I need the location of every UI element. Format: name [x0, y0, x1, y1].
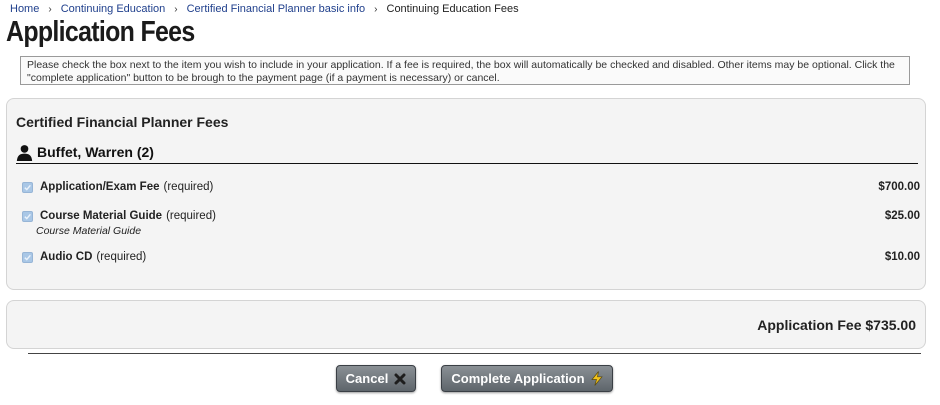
fee-amount: $25.00 — [884, 210, 920, 222]
person-name: Buffet, Warren (2) — [37, 144, 154, 160]
breadcrumb: Home › Continuing Education › Certified … — [10, 3, 519, 15]
fee-name: Course Material Guide — [40, 210, 163, 222]
complete-application-button[interactable]: Complete Application — [441, 365, 613, 392]
breadcrumb-cfp-basic-info[interactable]: Certified Financial Planner basic info — [187, 3, 366, 15]
total-panel: Application Fee $735.00 — [6, 300, 926, 349]
breadcrumb-separator-icon: › — [174, 3, 178, 15]
breadcrumb-current: Continuing Education Fees — [386, 3, 519, 15]
fee-checkbox[interactable] — [22, 181, 33, 193]
lightning-icon — [590, 371, 603, 386]
person-icon — [16, 144, 33, 161]
fee-name: Audio CD — [40, 251, 93, 263]
application-fee-total: Application Fee $735.00 — [757, 317, 916, 333]
fee-subtitle: Course Material Guide — [36, 225, 142, 237]
checkmark-icon — [24, 213, 31, 220]
page-title: Application Fees — [6, 16, 195, 48]
breadcrumb-separator-icon: › — [48, 3, 52, 15]
breadcrumb-continuing-education[interactable]: Continuing Education — [61, 3, 166, 15]
fee-requirement: (required) — [96, 251, 147, 263]
fee-amount: $10.00 — [884, 251, 920, 263]
fees-panel: Certified Financial Planner Fees Buffet,… — [6, 98, 926, 290]
person-row: Buffet, Warren (2) — [16, 141, 918, 164]
fee-amount: $700.00 — [878, 181, 920, 193]
checkmark-icon — [24, 184, 31, 191]
section-title: Certified Financial Planner Fees — [16, 114, 229, 130]
fee-item-application-exam: Application/Exam Fee (required) $700.00 — [22, 179, 920, 195]
fee-checkbox[interactable] — [22, 210, 33, 222]
fee-name: Application/Exam Fee — [40, 181, 160, 193]
breadcrumb-home[interactable]: Home — [10, 3, 39, 15]
instructions-box: Please check the box next to the item yo… — [20, 56, 910, 85]
cancel-button[interactable]: Cancel — [336, 365, 416, 392]
divider — [28, 353, 921, 354]
close-icon — [394, 373, 406, 385]
fee-item-course-material: Course Material Guide (required) $25.00 … — [22, 208, 920, 237]
complete-application-label: Complete Application — [451, 371, 585, 386]
fee-item-audio-cd: Audio CD (required) $10.00 — [22, 249, 920, 265]
breadcrumb-separator-icon: › — [374, 3, 378, 15]
fee-requirement: (required) — [163, 181, 214, 193]
cancel-button-label: Cancel — [345, 371, 389, 386]
fee-checkbox[interactable] — [22, 251, 33, 263]
fee-requirement: (required) — [166, 210, 216, 222]
checkmark-icon — [24, 254, 31, 261]
